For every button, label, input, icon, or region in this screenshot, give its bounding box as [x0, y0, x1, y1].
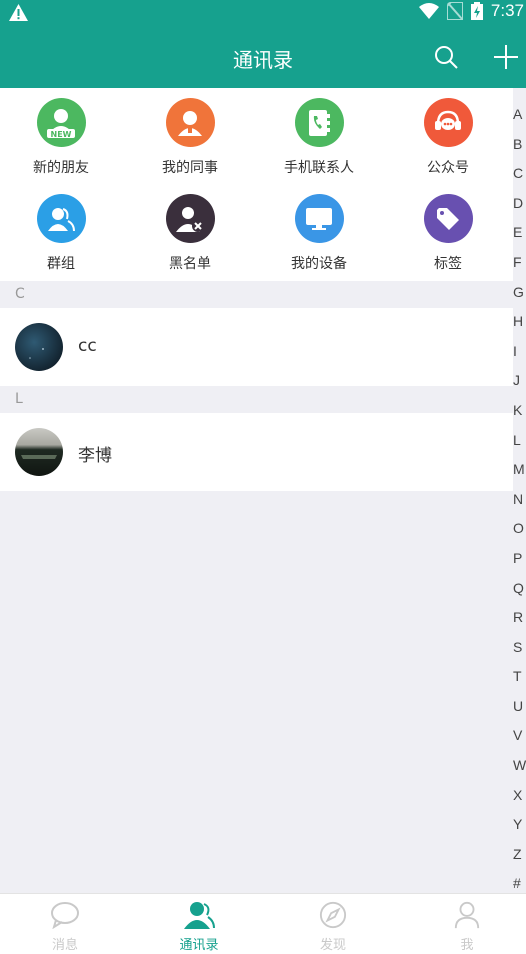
status-time: 7:37 [490, 1, 524, 20]
bottom-tab-bar: 消息 通讯录 发现 我 [0, 893, 526, 954]
battery-icon [470, 2, 483, 20]
search-icon[interactable] [434, 45, 458, 69]
index-letter[interactable]: N [513, 485, 526, 515]
group-icon [36, 194, 86, 243]
index-letter[interactable]: B [513, 130, 526, 160]
index-letter[interactable]: H [513, 307, 526, 337]
index-letter[interactable]: A [513, 100, 526, 130]
index-letter[interactable]: D [513, 189, 526, 219]
tags-entry[interactable]: 标签 [384, 194, 512, 273]
index-letter[interactable]: I [513, 337, 526, 367]
compass-icon [319, 901, 347, 929]
index-letter[interactable]: K [513, 396, 526, 426]
index-letter[interactable]: W [513, 751, 526, 781]
index-letter[interactable]: V [513, 721, 526, 751]
person-icon [454, 901, 480, 929]
contacts-tab-icon [184, 902, 215, 929]
device-icon [294, 194, 344, 243]
index-letter[interactable]: F [513, 248, 526, 278]
index-letter[interactable]: O [513, 514, 526, 544]
svg-text:NEW: NEW [51, 130, 72, 139]
section-header-c: C [0, 281, 513, 308]
groups-entry[interactable]: 群组 [0, 194, 125, 273]
colleagues-entry[interactable]: 我的同事 [126, 98, 254, 177]
phone-contacts-entry[interactable]: 手机联系人 [255, 98, 383, 177]
tab-me[interactable]: 我 [402, 901, 526, 953]
contact-row[interactable]: cc [0, 308, 513, 386]
avatar [15, 323, 63, 371]
chat-bubble-icon [51, 902, 79, 930]
index-letter[interactable]: J [513, 366, 526, 396]
index-letter[interactable]: Q [513, 574, 526, 604]
avatar [15, 428, 63, 476]
new-friend-icon: NEW [36, 98, 86, 147]
public-account-icon [423, 98, 473, 147]
no-sim-icon [446, 2, 463, 20]
blacklist-icon [165, 194, 215, 243]
tab-contacts[interactable]: 通讯录 [134, 901, 264, 953]
index-letter[interactable]: C [513, 159, 526, 189]
index-letter[interactable]: T [513, 662, 526, 692]
warning-icon [9, 4, 28, 21]
colleague-icon [165, 98, 215, 147]
index-letter[interactable]: G [513, 278, 526, 308]
contact-row[interactable]: 李博 [0, 413, 513, 491]
tab-messages[interactable]: 消息 [0, 901, 130, 953]
section-header-l: L [0, 386, 513, 413]
index-letter[interactable]: U [513, 692, 526, 722]
contacts-content: NEW 新的朋友 我的同事 手机联系人 公众号 群组 黑名单 我的设备 标签 C… [0, 88, 513, 893]
index-letter[interactable]: L [513, 426, 526, 456]
index-letter[interactable]: E [513, 218, 526, 248]
public-account-entry[interactable]: 公众号 [384, 98, 512, 177]
alphabet-index[interactable]: A B C D E F G H I J K L M N O P Q R S T U V W X Y Z # [513, 100, 526, 899]
index-letter[interactable]: X [513, 781, 526, 811]
status-bar: 7:37 [0, 0, 526, 26]
my-devices-entry[interactable]: 我的设备 [255, 194, 383, 273]
index-letter[interactable]: R [513, 603, 526, 633]
index-letter[interactable]: S [513, 633, 526, 663]
index-letter[interactable]: P [513, 544, 526, 574]
index-letter[interactable]: Z [513, 840, 526, 870]
function-grid: NEW 新的朋友 我的同事 手机联系人 公众号 群组 黑名单 我的设备 标签 [0, 88, 513, 281]
contact-name: cc [78, 336, 97, 356]
top-bar: 7:37 通讯录 [0, 0, 526, 88]
index-letter[interactable]: M [513, 455, 526, 485]
blacklist-entry[interactable]: 黑名单 [126, 194, 254, 273]
index-letter[interactable]: Y [513, 810, 526, 840]
new-friends-entry[interactable]: NEW 新的朋友 [0, 98, 125, 177]
tag-icon [423, 194, 473, 243]
wifi-icon [418, 3, 439, 19]
tab-discover[interactable]: 发现 [268, 901, 398, 953]
phone-contacts-icon [294, 98, 344, 147]
add-icon[interactable] [493, 44, 519, 70]
contact-name: 李博 [78, 446, 112, 466]
